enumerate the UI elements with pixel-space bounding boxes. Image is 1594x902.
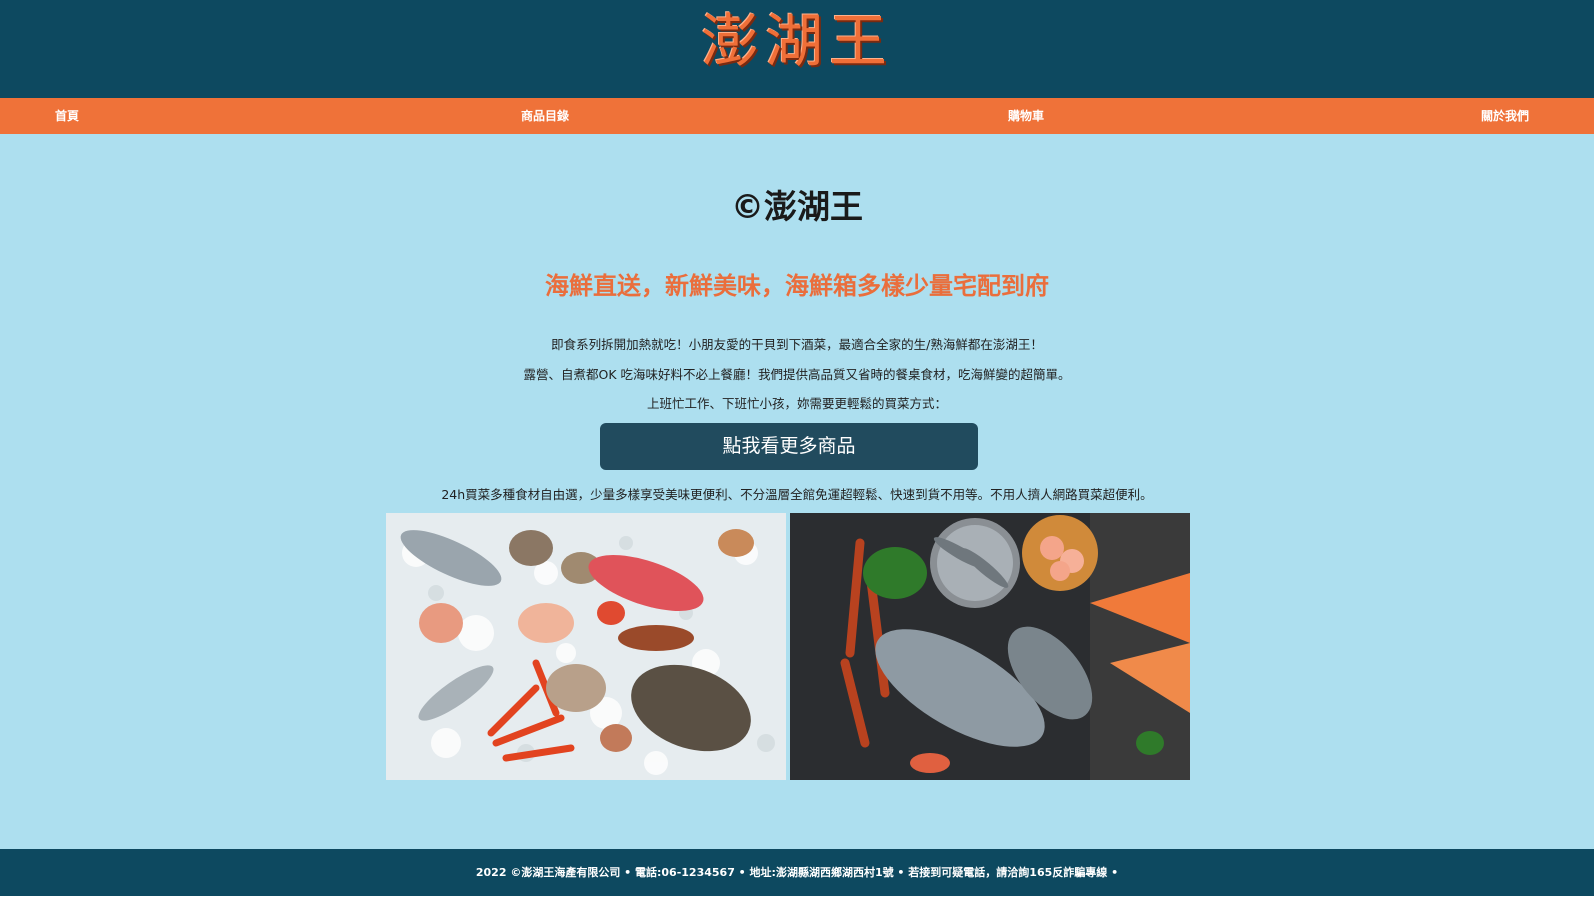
footer-text: 2022 ©澎湖王海產有限公司 • 電話:06-1234567 • 地址:澎湖縣… [475,866,1119,879]
site-footer: 2022 ©澎湖王海產有限公司 • 電話:06-1234567 • 地址:澎湖縣… [0,849,1594,896]
main-nav: 首頁 商品目錄 購物車 關於我們 [0,98,1594,134]
nav-item-catalog[interactable]: 商品目錄 [521,98,569,134]
nav-item-home[interactable]: 首頁 [55,98,79,134]
seafood-on-slate-image [790,513,1190,780]
nav-item-cart[interactable]: 購物車 [1008,98,1044,134]
site-logo[interactable]: 澎湖王 [0,2,1594,80]
features-text: 24h買菜多種食材自由選，少量多樣享受美味更便利、不分溫層全館免運超輕鬆、快速到… [441,487,1153,502]
brand-title: ©澎湖王 [731,187,863,226]
site-header: 澎湖王 [0,0,1594,98]
more-products-button[interactable]: 點我看更多商品 [600,423,978,470]
bottom-strip [0,896,1594,902]
description-line-3: 上班忙工作、下班忙小孩，妳需要更輕鬆的買菜方式： [646,396,947,411]
tagline: 海鮮直送，新鮮美味，海鮮箱多樣少量宅配到府 [545,272,1049,300]
description-line-2: 露營、自煮都OK 吃海味好料不必上餐廳！我們提供高品質又省時的餐桌食材，吃海鮮變… [523,367,1071,382]
nav-item-about[interactable]: 關於我們 [1481,98,1529,134]
main-content: ©澎湖王 海鮮直送，新鮮美味，海鮮箱多樣少量宅配到府 即食系列拆開加熱就吃！小朋… [0,134,1594,849]
seafood-on-ice-image [386,513,786,780]
description-line-1: 即食系列拆開加熱就吃！小朋友愛的干貝到下酒菜，最適合全家的生/熟海鮮都在澎湖王！ [551,337,1043,352]
